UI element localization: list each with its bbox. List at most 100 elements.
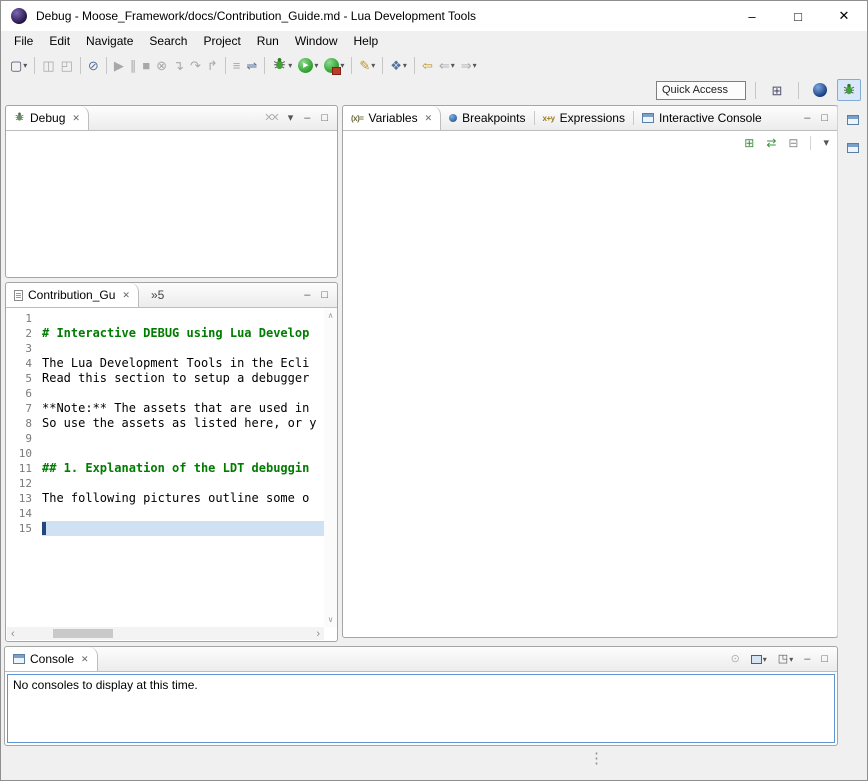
tab-debug[interactable]: Debug ✕ — [6, 106, 89, 130]
menu-run[interactable]: Run — [249, 31, 287, 52]
debug-button[interactable]: ▾ — [269, 54, 295, 76]
forward-button[interactable]: ⇒ ▾ — [458, 54, 480, 76]
code-line[interactable]: 14 — [6, 506, 324, 521]
maximize-window-button[interactable]: □ — [775, 1, 821, 31]
suspend-button[interactable]: ∥ — [127, 54, 140, 76]
debug-perspective-button[interactable] — [837, 79, 861, 101]
code-line[interactable]: 3 — [6, 341, 324, 356]
last-edit-location-button[interactable]: ⇦ — [419, 54, 436, 76]
tab-variables[interactable]: (x)= Variables ✕ — [343, 106, 441, 130]
drop-to-frame-button[interactable]: ≡ — [230, 54, 244, 76]
close-window-button[interactable]: ✕ — [821, 1, 867, 31]
mark-occurrences-button[interactable]: ✎ ▾ — [356, 54, 378, 76]
scrollbar-thumb[interactable] — [53, 629, 113, 638]
code-line-current[interactable]: 15 — [6, 521, 324, 536]
code-line[interactable]: 13The following pictures outline some o — [6, 491, 324, 506]
line-number[interactable]: 1 — [6, 311, 42, 326]
code-line[interactable]: 7**Note:** The assets that are used in — [6, 401, 324, 416]
line-number[interactable]: 15 — [6, 521, 42, 536]
back-button[interactable]: ⇐ ▾ — [436, 54, 458, 76]
disconnect-button[interactable]: ⊗ — [153, 54, 170, 76]
line-number[interactable]: 2 — [6, 326, 42, 341]
menu-window[interactable]: Window — [287, 31, 346, 52]
scroll-left-icon[interactable]: ‹ — [11, 628, 15, 640]
line-number[interactable]: 4 — [6, 356, 42, 371]
new-wizard-button[interactable]: ▢ ▾ — [7, 54, 30, 76]
minimize-view-icon[interactable]: – — [804, 654, 810, 665]
close-tab-icon[interactable]: ✕ — [425, 113, 433, 124]
show-type-names-icon[interactable]: ⊞ — [744, 136, 754, 150]
code-line[interactable]: 2# Interactive DEBUG using Lua Develop — [6, 326, 324, 341]
editor-vertical-scrollbar[interactable]: ∧ ∨ — [324, 308, 337, 627]
view-menu-icon[interactable]: ▾ — [288, 113, 294, 124]
line-number[interactable]: 3 — [6, 341, 42, 356]
scroll-down-icon[interactable]: ∨ — [328, 615, 334, 624]
code-line[interactable]: 12 — [6, 476, 324, 491]
code-line[interactable]: 6 — [6, 386, 324, 401]
quick-access-input[interactable]: Quick Access — [656, 81, 746, 100]
code-editor[interactable]: 1 2# Interactive DEBUG using Lua Develop… — [6, 308, 324, 627]
minimize-view-icon[interactable]: – — [304, 290, 310, 301]
minimize-view-icon[interactable]: – — [304, 113, 310, 124]
line-number[interactable]: 6 — [6, 386, 42, 401]
collapse-all-icon[interactable]: ⊟ — [788, 136, 798, 150]
scroll-right-icon[interactable]: › — [316, 628, 320, 640]
line-number[interactable]: 13 — [6, 491, 42, 506]
menu-project[interactable]: Project — [195, 31, 248, 52]
code-line[interactable]: 5Read this section to setup a debugger — [6, 371, 324, 386]
tab-interactive-console[interactable]: Interactive Console — [634, 106, 770, 130]
step-return-button[interactable]: ↱ — [204, 54, 221, 76]
tab-expressions[interactable]: x+y Expressions — [535, 106, 633, 130]
new-lua-file-button[interactable]: ❖ ▾ — [387, 54, 410, 76]
use-step-filters-button[interactable]: ⇌ — [243, 54, 260, 76]
save-button[interactable]: ◫ — [39, 54, 57, 76]
open-perspective-button[interactable]: ⊞ — [765, 79, 789, 101]
line-number[interactable]: 11 — [6, 461, 42, 476]
menu-navigate[interactable]: Navigate — [78, 31, 141, 52]
code-line[interactable]: 9 — [6, 431, 324, 446]
line-number[interactable]: 10 — [6, 446, 42, 461]
close-tab-icon[interactable]: ✕ — [122, 290, 130, 301]
save-all-button[interactable]: ◰ — [58, 54, 76, 76]
pin-console-icon[interactable]: ⊙ — [731, 654, 740, 665]
maximize-view-icon[interactable]: □ — [321, 290, 328, 301]
scroll-up-icon[interactable]: ∧ — [328, 311, 334, 320]
ldt-perspective-button[interactable] — [808, 79, 832, 101]
line-number[interactable]: 14 — [6, 506, 42, 521]
code-line[interactable]: 1 — [6, 311, 324, 326]
minimized-view-button-1[interactable] — [843, 111, 863, 129]
menu-file[interactable]: File — [6, 31, 41, 52]
menu-edit[interactable]: Edit — [41, 31, 78, 52]
code-line[interactable]: 4The Lua Development Tools in the Ecli — [6, 356, 324, 371]
minimize-window-button[interactable]: – — [729, 1, 775, 31]
maximize-view-icon[interactable]: □ — [321, 113, 328, 124]
close-tab-icon[interactable]: ✕ — [81, 654, 89, 665]
terminate-button[interactable]: ■ — [139, 54, 153, 76]
remove-all-terminated-icon[interactable]: ✕✕ — [264, 113, 276, 124]
editor-horizontal-scrollbar[interactable]: ‹ › — [7, 627, 324, 640]
resume-button[interactable]: ▶ — [111, 54, 127, 76]
close-tab-icon[interactable]: ✕ — [72, 113, 80, 124]
external-tools-button[interactable]: ▾ — [321, 54, 347, 76]
minimized-view-button-2[interactable] — [843, 139, 863, 157]
maximize-view-icon[interactable]: □ — [821, 113, 828, 124]
step-over-button[interactable]: ↷ — [187, 54, 204, 76]
tab-console[interactable]: Console ✕ — [5, 647, 98, 671]
bottom-splitter-handle[interactable]: ⋮ — [589, 750, 604, 768]
line-number[interactable]: 9 — [6, 431, 42, 446]
maximize-view-icon[interactable]: □ — [821, 654, 828, 665]
line-number[interactable]: 12 — [6, 476, 42, 491]
minimize-view-icon[interactable]: – — [804, 113, 810, 124]
line-number[interactable]: 5 — [6, 371, 42, 386]
tab-breakpoints[interactable]: Breakpoints — [441, 106, 533, 130]
code-line[interactable]: 11## 1. Explanation of the LDT debuggin — [6, 461, 324, 476]
display-console-button[interactable]: ▾ — [751, 655, 767, 664]
line-number[interactable]: 7 — [6, 401, 42, 416]
menu-help[interactable]: Help — [346, 31, 387, 52]
open-console-button[interactable]: ◳ ▾ — [778, 654, 793, 665]
show-logical-structures-icon[interactable]: ⇄ — [766, 136, 776, 150]
step-into-button[interactable]: ↴ — [170, 54, 187, 76]
menu-search[interactable]: Search — [141, 31, 195, 52]
line-number[interactable]: 8 — [6, 416, 42, 431]
code-line[interactable]: 10 — [6, 446, 324, 461]
